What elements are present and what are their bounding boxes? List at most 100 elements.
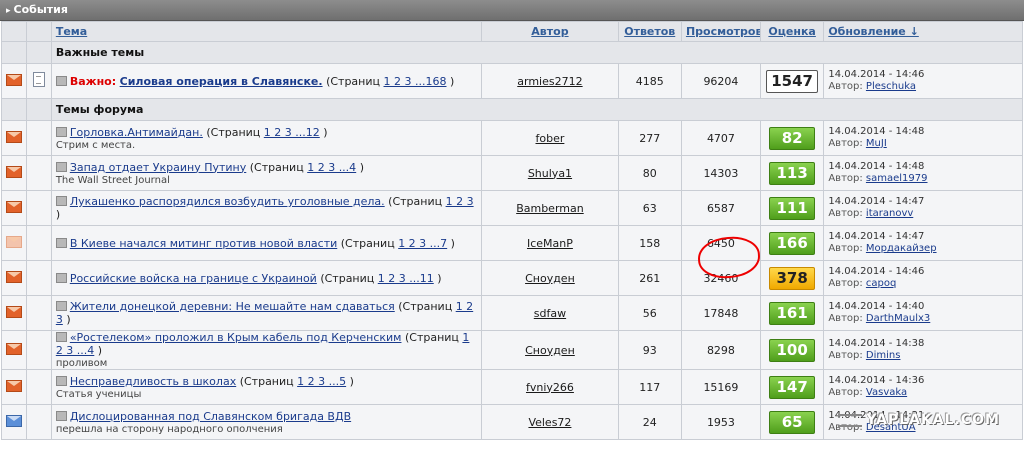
sort-by-update[interactable]: Обновление ↓ [824,22,1022,41]
topic-link[interactable]: Жители донецкой деревни: Не мешайте нам … [70,300,395,313]
replies-count: 24 [618,405,681,439]
topic-author[interactable]: Shulya1 [528,167,572,180]
topic-author[interactable]: armies2712 [517,75,582,88]
last-update-date: 14.04.2014 - 14:46 [828,69,925,80]
author-label: Автор: [828,81,863,92]
last-author-link[interactable]: capoq [866,278,896,289]
last-author-link[interactable]: Vasvaka [866,387,907,398]
topic-link[interactable]: «Ростелеком» проложил в Крым кабель под … [70,331,402,344]
topic-row[interactable]: Лукашенко распорядился возбудить уголовн… [2,191,1022,225]
envelope-icon[interactable] [5,200,22,213]
topic-link[interactable]: Лукашенко распорядился возбудить уголовн… [70,195,385,208]
envelope-icon[interactable] [5,342,22,355]
watermark-logo-icon [838,413,863,427]
unread-envelope-icon[interactable] [5,73,22,86]
topic-link[interactable]: Несправедливость в школах [70,375,236,388]
topic-pages-links[interactable]: 1 2 3 ...5 [297,375,346,388]
last-update-date: 14.04.2014 - 14:36 [828,375,925,386]
topic-link[interactable]: Российские войска на границе с Украиной [70,272,317,285]
topic-author[interactable]: fober [536,132,565,145]
pages-open: (Страниц [340,236,395,250]
topic-row[interactable]: Жители донецкой деревни: Не мешайте нам … [2,296,1022,330]
pages-close: ) [349,374,354,388]
last-author-link[interactable]: Dimins [866,350,901,361]
views-count: 15169 [681,370,760,404]
last-author-link[interactable]: Мордакайзер [866,243,937,254]
last-author-link[interactable]: DarthMaulx3 [866,313,930,324]
replies-count: 277 [618,121,681,155]
topic-pages-links[interactable]: 1 2 3 ...11 [378,272,434,285]
topic-row[interactable]: «Ростелеком» проложил в Крым кабель под … [2,331,1022,369]
author-label: Автор: [828,208,863,219]
topic-pages-links[interactable]: 1 2 3 ...7 [398,237,447,250]
topic-link[interactable]: Горловка.Антимайдан. [70,126,203,139]
pages-open: (Страниц [404,331,459,344]
section-label-important: Важные темы [51,42,1022,63]
collapse-arrow-icon[interactable]: ▸ [6,6,11,16]
pinned-pages-links[interactable]: 1 2 3 ...168 [384,75,447,88]
replies-count: 261 [618,261,681,295]
topic-subtitle: перешла на сторону народного ополчения [55,423,283,435]
topic-row[interactable]: Горловка.Антимайдан. (Страниц 1 2 3 ...1… [2,121,1022,155]
topic-pages-links[interactable]: 1 2 3 [446,195,474,208]
topic-author[interactable]: Сноуден [525,272,575,285]
pages-close: ) [450,236,455,250]
topic-author[interactable]: Veles72 [528,416,571,429]
rating-badge: 65 [769,410,816,434]
author-label: Автор: [828,313,863,324]
topic-icon [55,126,67,137]
sort-by-author[interactable]: Автор [482,22,618,41]
replies-count: 63 [618,191,681,225]
envelope-icon[interactable] [5,235,22,248]
section-title: События [13,3,68,16]
pages-close: ) [449,74,455,88]
topic-link[interactable]: Запад отдает Украину Путину [70,161,246,174]
replies-count: 80 [618,156,681,190]
envelope-icon[interactable] [5,305,22,318]
replies-count: 4185 [618,64,681,98]
topic-row[interactable]: Несправедливость в школах (Страниц 1 2 3… [2,370,1022,404]
topic-pages-links[interactable]: 1 2 3 ...4 [307,161,356,174]
section-row-forum: Темы форума [2,99,1022,120]
topic-author[interactable]: Сноуден [525,344,575,357]
rating-badge: 82 [769,126,816,150]
envelope-icon[interactable] [5,379,22,392]
last-author-link[interactable]: MuJI [866,138,887,149]
topic-link[interactable]: В Киеве начался митинг против новой влас… [70,237,337,250]
topic-author[interactable]: sdfaw [534,307,566,320]
sort-by-views[interactable]: Просмотров [681,22,760,41]
pages-close: ) [97,344,103,357]
topic-subtitle: проливом [55,358,108,369]
pages-open: (Страниц [320,271,375,285]
topics-table: Тема Автор Ответов Просмотров Оценка Обн… [1,21,1023,440]
envelope-icon[interactable] [5,270,22,283]
pinned-topic-row[interactable]: Важно: Силовая операция в Славянске. (Ст… [2,64,1022,98]
last-author-link[interactable]: samael1979 [866,173,928,184]
topic-icon [55,161,67,172]
envelope-icon[interactable] [5,130,22,143]
topic-row[interactable]: Российские войска на границе с Украиной … [2,261,1022,295]
topic-link[interactable]: Дислоцированная под Славянском бригада В… [70,410,351,423]
sort-by-replies[interactable]: Ответов [618,22,681,41]
topic-row[interactable]: В Киеве начался митинг против новой влас… [2,226,1022,260]
topic-icon [55,196,67,206]
important-prefix: Важно: [69,74,117,88]
topic-author[interactable]: IceManP [527,237,573,250]
pages-open: (Страниц [239,374,294,388]
sort-by-topic[interactable]: Тема [51,22,482,41]
envelope-icon[interactable] [5,165,22,178]
topic-author[interactable]: Bamberman [516,202,584,215]
views-count: 14303 [681,156,760,190]
pages-close: ) [55,208,61,221]
rating-badge: 1547 [766,69,818,93]
rating-badge: 113 [769,161,816,185]
topic-author[interactable]: fvniy266 [526,381,574,394]
last-author-link[interactable]: Pleschuka [866,81,916,92]
envelope-icon[interactable] [5,414,22,427]
sort-by-rating[interactable]: Оценка [760,22,824,41]
last-author-link[interactable]: itaranovv [866,208,913,219]
topic-pages-links[interactable]: 1 2 3 ...12 [264,126,320,139]
topic-row[interactable]: Запад отдает Украину Путину (Страниц 1 2… [2,156,1022,190]
pinned-topic-link[interactable]: Силовая операция в Славянске. [120,75,323,88]
views-count: 17848 [681,296,760,330]
